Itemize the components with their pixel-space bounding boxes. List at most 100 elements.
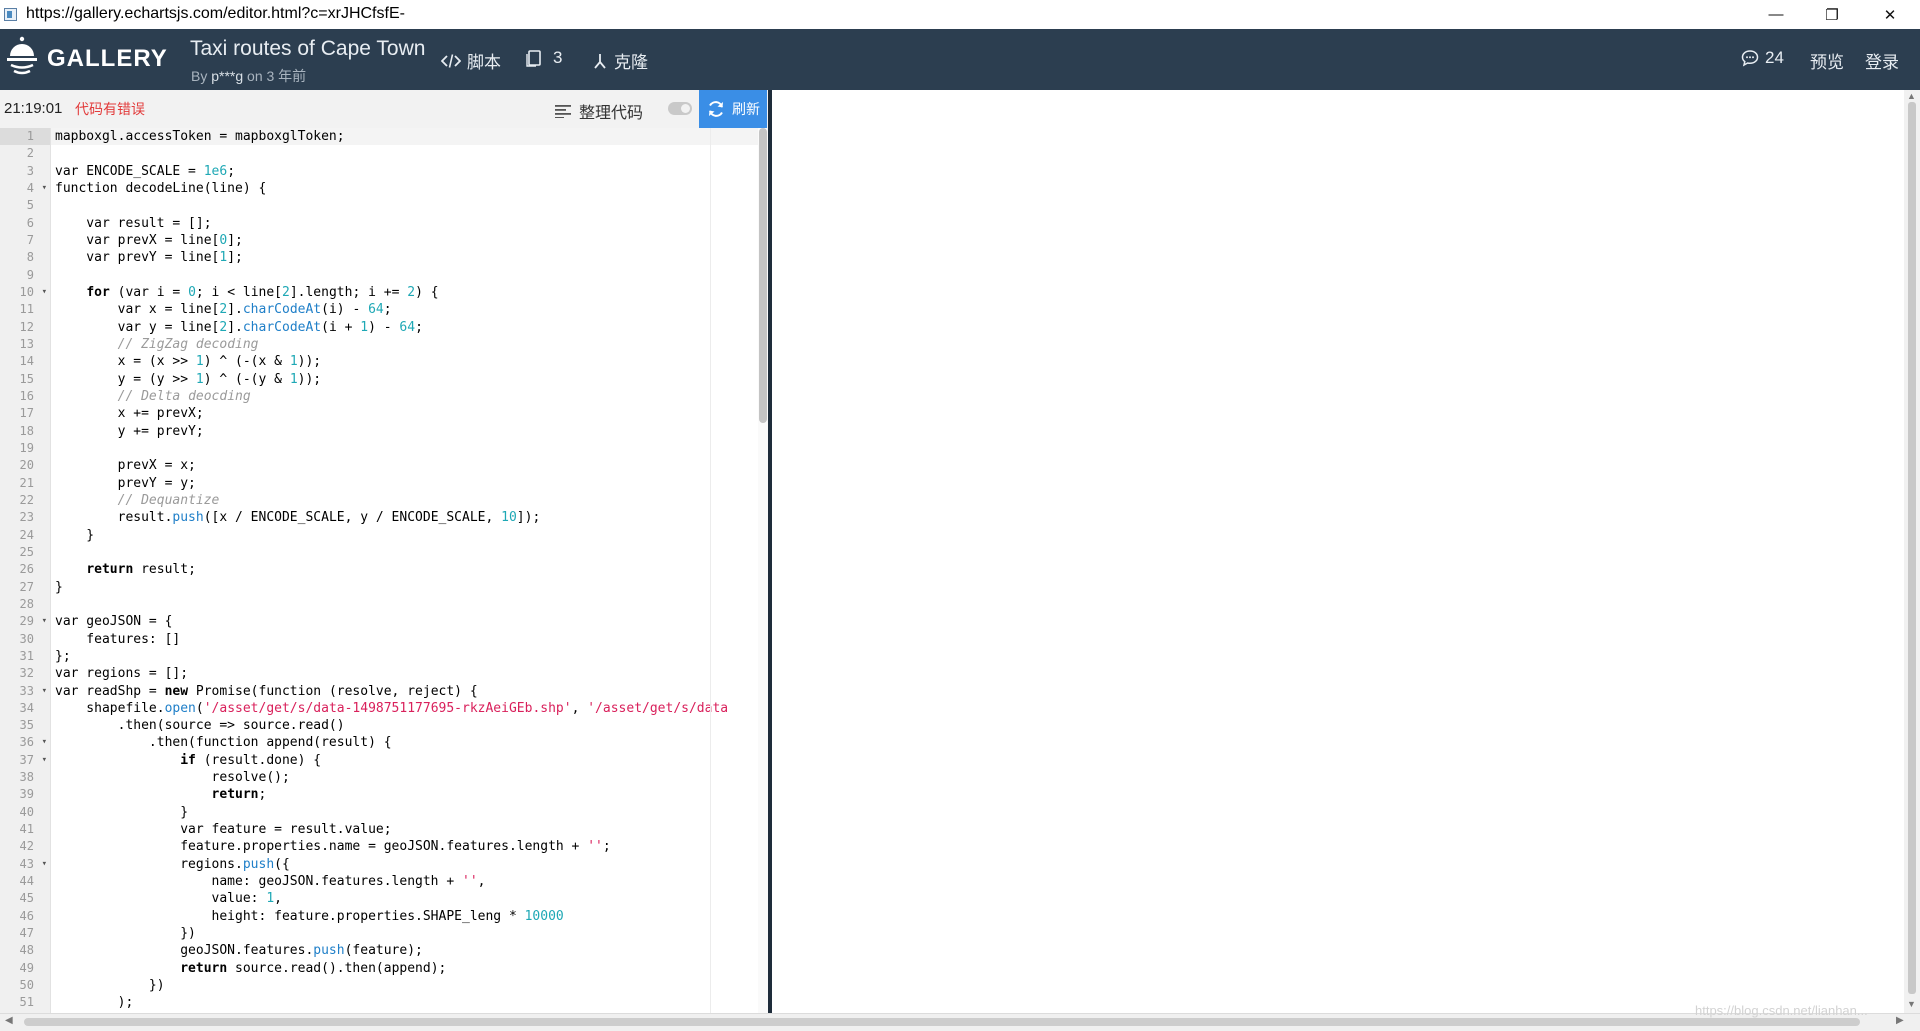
line-number: 46 <box>0 908 50 925</box>
line-number-text: 15 <box>19 371 34 386</box>
line-number-text: 37 <box>19 752 34 767</box>
logo-text[interactable]: GALLERY <box>47 45 168 73</box>
line-number: 43 ▾ <box>0 856 50 873</box>
close-button[interactable]: ✕ <box>1862 0 1918 29</box>
code-line: geoJSON.features.push(feature); <box>55 943 423 959</box>
horizontal-scrollbar[interactable]: ◀ ▶ <box>0 1013 1920 1031</box>
refresh-icon <box>709 101 723 117</box>
line-number-text: 30 <box>19 631 34 646</box>
fork-count-button[interactable]: 3 <box>525 48 562 68</box>
fold-arrow-icon[interactable]: ▾ <box>42 856 47 873</box>
code-line: feature.properties.name = geoJSON.featur… <box>55 839 611 855</box>
code-scrollbar-thumb[interactable] <box>759 128 767 423</box>
line-number-text: 1 <box>26 129 34 143</box>
fold-arrow-icon[interactable]: ▾ <box>42 613 47 630</box>
line-number: 36 ▾ <box>0 734 50 751</box>
line-number-text: 16 <box>19 388 34 403</box>
line-number-text: 27 <box>19 579 34 594</box>
fold-arrow-icon[interactable]: ▾ <box>42 284 47 301</box>
scroll-left-arrow-icon[interactable]: ◀ <box>5 1015 13 1026</box>
line-number: 10 ▾ <box>0 284 50 301</box>
login-link[interactable]: 登录 <box>1865 48 1899 73</box>
line-number-text: 34 <box>19 700 34 715</box>
code-line: features: [] <box>55 631 181 647</box>
line-number: 24 <box>0 527 50 544</box>
preview-link[interactable]: 预览 <box>1810 48 1844 73</box>
code-line: regions.push({ <box>55 856 290 872</box>
scroll-up-arrow-icon[interactable]: ▲ <box>1907 91 1916 101</box>
line-number-text: 47 <box>19 926 34 941</box>
code-line: function decodeLine(line) { <box>55 180 267 196</box>
auto-refresh-toggle[interactable] <box>668 102 692 115</box>
line-number-text: 35 <box>19 718 34 733</box>
line-number-text: 4 <box>26 180 34 195</box>
comment-icon <box>1741 50 1759 67</box>
logo-icon[interactable] <box>6 35 38 77</box>
line-number-text: 31 <box>19 648 34 663</box>
address-url[interactable]: https://gallery.echartsjs.com/editor.htm… <box>26 5 405 23</box>
refresh-button[interactable]: 刷新 <box>699 90 767 128</box>
format-code-button[interactable]: 整理代码 <box>555 99 643 123</box>
editor-toolbar: 21:19:01 代码有错误 整理代码 刷新 <box>0 90 770 129</box>
line-number-text: 39 <box>19 787 34 802</box>
line-number-text: 32 <box>19 666 34 681</box>
minimize-button[interactable]: — <box>1748 0 1804 29</box>
line-number-text: 51 <box>19 995 34 1010</box>
restore-button[interactable]: ❐ <box>1804 0 1860 29</box>
line-number: 35 <box>0 717 50 734</box>
line-number-text: 43 <box>19 856 34 871</box>
line-number: 21 <box>0 475 50 492</box>
clone-button[interactable]: 克隆 <box>592 48 648 73</box>
fork-count: 3 <box>553 48 563 67</box>
line-number: 5 <box>0 197 50 214</box>
horizontal-scrollbar-thumb[interactable] <box>24 1018 1860 1026</box>
line-number: 45 <box>0 890 50 907</box>
code-line: if (result.done) { <box>180 752 322 768</box>
line-number-text: 22 <box>19 492 34 507</box>
line-number: 40 <box>0 804 50 821</box>
clone-label: 克隆 <box>614 53 648 72</box>
code-line: var geoJSON = { <box>55 614 173 630</box>
line-number-text: 46 <box>19 908 34 923</box>
line-number: 42 <box>0 838 50 855</box>
code-line: } <box>55 804 189 820</box>
line-number: 32 <box>0 665 50 682</box>
script-button[interactable]: 脚本 <box>441 48 501 73</box>
line-number: 28 <box>0 596 50 613</box>
line-number-text: 19 <box>19 440 34 455</box>
code-line: var y = line[2].charCodeAt(i + 1) - 64; <box>55 319 423 335</box>
code-line: var ENCODE_SCALE = 1e6; <box>55 163 236 179</box>
line-number-text: 41 <box>19 822 34 837</box>
line-number-text: 36 <box>19 735 34 750</box>
comments-button[interactable]: 24 <box>1741 48 1784 68</box>
code-line: var readShp = new Promise(function (reso… <box>55 683 478 699</box>
align-left-icon <box>555 105 571 118</box>
page-vertical-scrollbar[interactable]: ▲ ▼ <box>1904 90 1920 1013</box>
code-line: }) <box>55 978 165 994</box>
byline: By p***g on 3 年前 <box>191 66 306 86</box>
run-time: 21:19:01 <box>4 100 63 117</box>
chart-preview-panel[interactable] <box>772 90 1900 1013</box>
fold-arrow-icon[interactable]: ▾ <box>42 752 47 769</box>
line-number: 26 <box>0 561 50 578</box>
fold-arrow-icon[interactable]: ▾ <box>42 683 47 700</box>
line-number: 19 <box>0 440 50 457</box>
author-link[interactable]: p***g <box>211 68 243 84</box>
line-number-text: 6 <box>26 215 34 230</box>
fold-arrow-icon[interactable]: ▾ <box>42 734 47 751</box>
scroll-right-arrow-icon[interactable]: ▶ <box>1896 1015 1904 1026</box>
line-number-text: 45 <box>19 891 34 906</box>
line-number: 22 <box>0 492 50 509</box>
code-line: // Dequantize <box>117 492 220 508</box>
line-number-text: 50 <box>19 978 34 993</box>
line-number-gutter: 1 2 3 4 ▾ 5 6 7 8 9 10 ▾ 11 12 13 14 15 16 17 18 19 20 21 22 23 2… <box>0 128 51 1013</box>
fold-arrow-icon[interactable]: ▾ <box>42 180 47 197</box>
line-number-text: 10 <box>19 284 34 299</box>
page-scrollbar-thumb[interactable] <box>1908 102 1916 994</box>
line-number: 17 <box>0 405 50 422</box>
scroll-down-arrow-icon[interactable]: ▼ <box>1907 999 1916 1009</box>
line-number: 31 <box>0 648 50 665</box>
code-editor[interactable]: mapboxgl.accessToken = mapboxglToken; var… <box>51 128 758 1013</box>
